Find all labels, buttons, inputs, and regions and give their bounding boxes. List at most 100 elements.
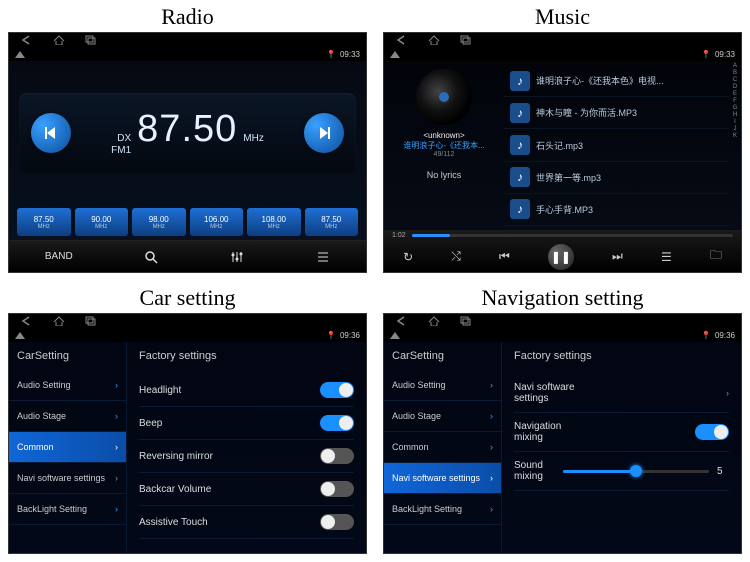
artist-unknown: <unknown> — [403, 131, 484, 140]
track-item[interactable]: ♪世界第一等.mp3 — [504, 162, 729, 194]
list-icon[interactable] — [316, 250, 330, 264]
music-note-icon: ♪ — [510, 167, 530, 187]
next-station-button[interactable] — [304, 113, 344, 153]
recents-icon[interactable] — [85, 316, 97, 326]
setting-row-reversing-mirror: Reversing mirror — [139, 440, 354, 473]
pause-button[interactable]: ❚❚ — [548, 244, 574, 270]
sidebar-item-navi-software[interactable]: Navi software settings› — [9, 463, 126, 494]
recents-icon[interactable] — [460, 316, 472, 326]
main-title: Factory settings — [139, 350, 354, 362]
back-icon[interactable] — [21, 35, 33, 45]
status-time: 09:36 — [715, 331, 735, 340]
no-lyrics-label: No lyrics — [427, 170, 462, 180]
side-title: CarSetting — [384, 342, 501, 370]
sidebar-item-audio-stage[interactable]: Audio Stage› — [384, 401, 501, 432]
statusbar-radio: 📍 09:33 — [9, 47, 366, 61]
back-icon[interactable] — [396, 35, 408, 45]
back-icon[interactable] — [21, 316, 33, 326]
toggle-assistive-touch[interactable] — [320, 514, 354, 530]
recents-icon[interactable] — [85, 35, 97, 45]
sidebar-item-audio-stage[interactable]: Audio Stage› — [9, 401, 126, 432]
next-track-icon[interactable]: ⏭ — [612, 249, 623, 264]
gps-icon: 📍 — [326, 50, 336, 59]
track-item[interactable]: ♪石头记.mp3 — [504, 129, 729, 161]
gps-icon: 📍 — [701, 50, 711, 59]
chevron-right-icon: › — [490, 473, 493, 483]
preset-6[interactable]: 87.50MHz — [305, 208, 359, 236]
setting-row-headlight: Headlight — [139, 374, 354, 407]
toggle-navigation-mixing[interactable] — [695, 424, 729, 440]
music-screen: 📍09:33 <unknown> 谁明浪子心-《还我本... 49/112 No… — [383, 32, 742, 273]
car-setting-screen: 📍09:36 CarSetting Audio Setting› Audio S… — [8, 313, 367, 554]
setting-row-backcar-volume: Backcar Volume — [139, 473, 354, 506]
setting-row-navi-software[interactable]: Navi software settings› — [514, 374, 729, 413]
chevron-right-icon: › — [490, 411, 493, 421]
band-button[interactable]: BAND — [45, 251, 73, 262]
caption-radio: Radio — [8, 2, 367, 32]
android-softkeys — [384, 33, 741, 47]
toggle-headlight[interactable] — [320, 382, 354, 398]
alpha-index[interactable]: ABCDEFGHIJK — [729, 61, 741, 230]
frequency-value: 87.50 — [137, 108, 237, 151]
recents-icon[interactable] — [460, 35, 472, 45]
music-note-icon: ♪ — [510, 199, 530, 219]
music-note-icon: ♪ — [510, 103, 530, 123]
sidebar-item-audio-setting[interactable]: Audio Setting› — [9, 370, 126, 401]
sound-mixing-slider[interactable] — [563, 470, 709, 473]
prev-station-button[interactable] — [31, 113, 71, 153]
home-icon[interactable] — [53, 35, 65, 45]
playlist-icon[interactable]: ☰ — [661, 250, 672, 264]
sidebar-item-common[interactable]: Common› — [384, 432, 501, 463]
sidebar-item-backlight[interactable]: BackLight Setting› — [384, 494, 501, 525]
caption-nav: Navigation setting — [383, 283, 742, 313]
track-list: ♪谁明浪子心-《还我本色》电视... ♪神木与瞳 - 为你而活.MP3 ♪石头记… — [504, 61, 729, 230]
setting-row-assistive-touch: Assistive Touch — [139, 506, 354, 539]
seek-slider[interactable] — [412, 234, 733, 237]
signal-icon — [390, 51, 400, 58]
music-note-icon: ♪ — [510, 71, 530, 91]
repeat-icon[interactable]: ↻ — [403, 250, 413, 264]
statusbar-car: 📍09:36 — [9, 328, 366, 342]
track-item[interactable]: ♪神木与瞳 - 为你而活.MP3 — [504, 97, 729, 129]
preset-4[interactable]: 106.00MHz — [190, 208, 244, 236]
toggle-backcar-volume[interactable] — [320, 481, 354, 497]
chevron-right-icon: › — [115, 442, 118, 452]
track-item[interactable]: ♪谁明浪子心-《还我本色》电视... — [504, 65, 729, 97]
back-icon[interactable] — [396, 316, 408, 326]
preset-3[interactable]: 98.00MHz — [132, 208, 186, 236]
nav-setting-screen: 📍09:36 CarSetting Audio Setting› Audio S… — [383, 313, 742, 554]
album-art-disc — [416, 69, 472, 125]
toggle-reversing-mirror[interactable] — [320, 448, 354, 464]
radio-screen: 📍 09:33 DX FM1 8 — [8, 32, 367, 273]
frequency-unit: MHz — [243, 133, 264, 144]
signal-icon — [390, 332, 400, 339]
sidebar-item-backlight[interactable]: BackLight Setting› — [9, 494, 126, 525]
preset-5[interactable]: 108.00MHz — [247, 208, 301, 236]
frequency-display: DX FM1 87.50 MHz — [19, 93, 356, 173]
toggle-beep[interactable] — [320, 415, 354, 431]
prev-track-icon[interactable]: ⏮ — [499, 249, 510, 264]
home-icon[interactable] — [428, 35, 440, 45]
preset-2[interactable]: 90.00MHz — [75, 208, 129, 236]
chevron-right-icon: › — [490, 504, 493, 514]
search-icon[interactable] — [144, 250, 158, 264]
setting-row-navigation-mixing: Navigation mixing — [514, 413, 729, 452]
home-icon[interactable] — [428, 316, 440, 326]
preset-1[interactable]: 87.50MHz — [17, 208, 71, 236]
caption-music: Music — [383, 2, 742, 32]
equalizer-icon[interactable] — [230, 250, 244, 264]
now-playing-title: 谁明浪子心-《还我本... — [403, 140, 484, 151]
setting-row-sound-mixing: Sound mixing 5 — [514, 452, 729, 491]
sidebar-item-common[interactable]: Common› — [9, 432, 126, 463]
signal-icon — [15, 51, 25, 58]
chevron-right-icon: › — [115, 504, 118, 514]
chevron-right-icon: › — [115, 380, 118, 390]
sidebar-item-audio-setting[interactable]: Audio Setting› — [384, 370, 501, 401]
shuffle-icon[interactable]: ⤭ — [451, 249, 461, 264]
gps-icon: 📍 — [326, 331, 336, 340]
track-item[interactable]: ♪手心手背.MP3 — [504, 194, 729, 226]
home-icon[interactable] — [53, 316, 65, 326]
sidebar-item-navi-software[interactable]: Navi software settings› — [384, 463, 501, 494]
folder-icon[interactable]: 🗀 — [710, 246, 722, 267]
chevron-right-icon: › — [490, 442, 493, 452]
